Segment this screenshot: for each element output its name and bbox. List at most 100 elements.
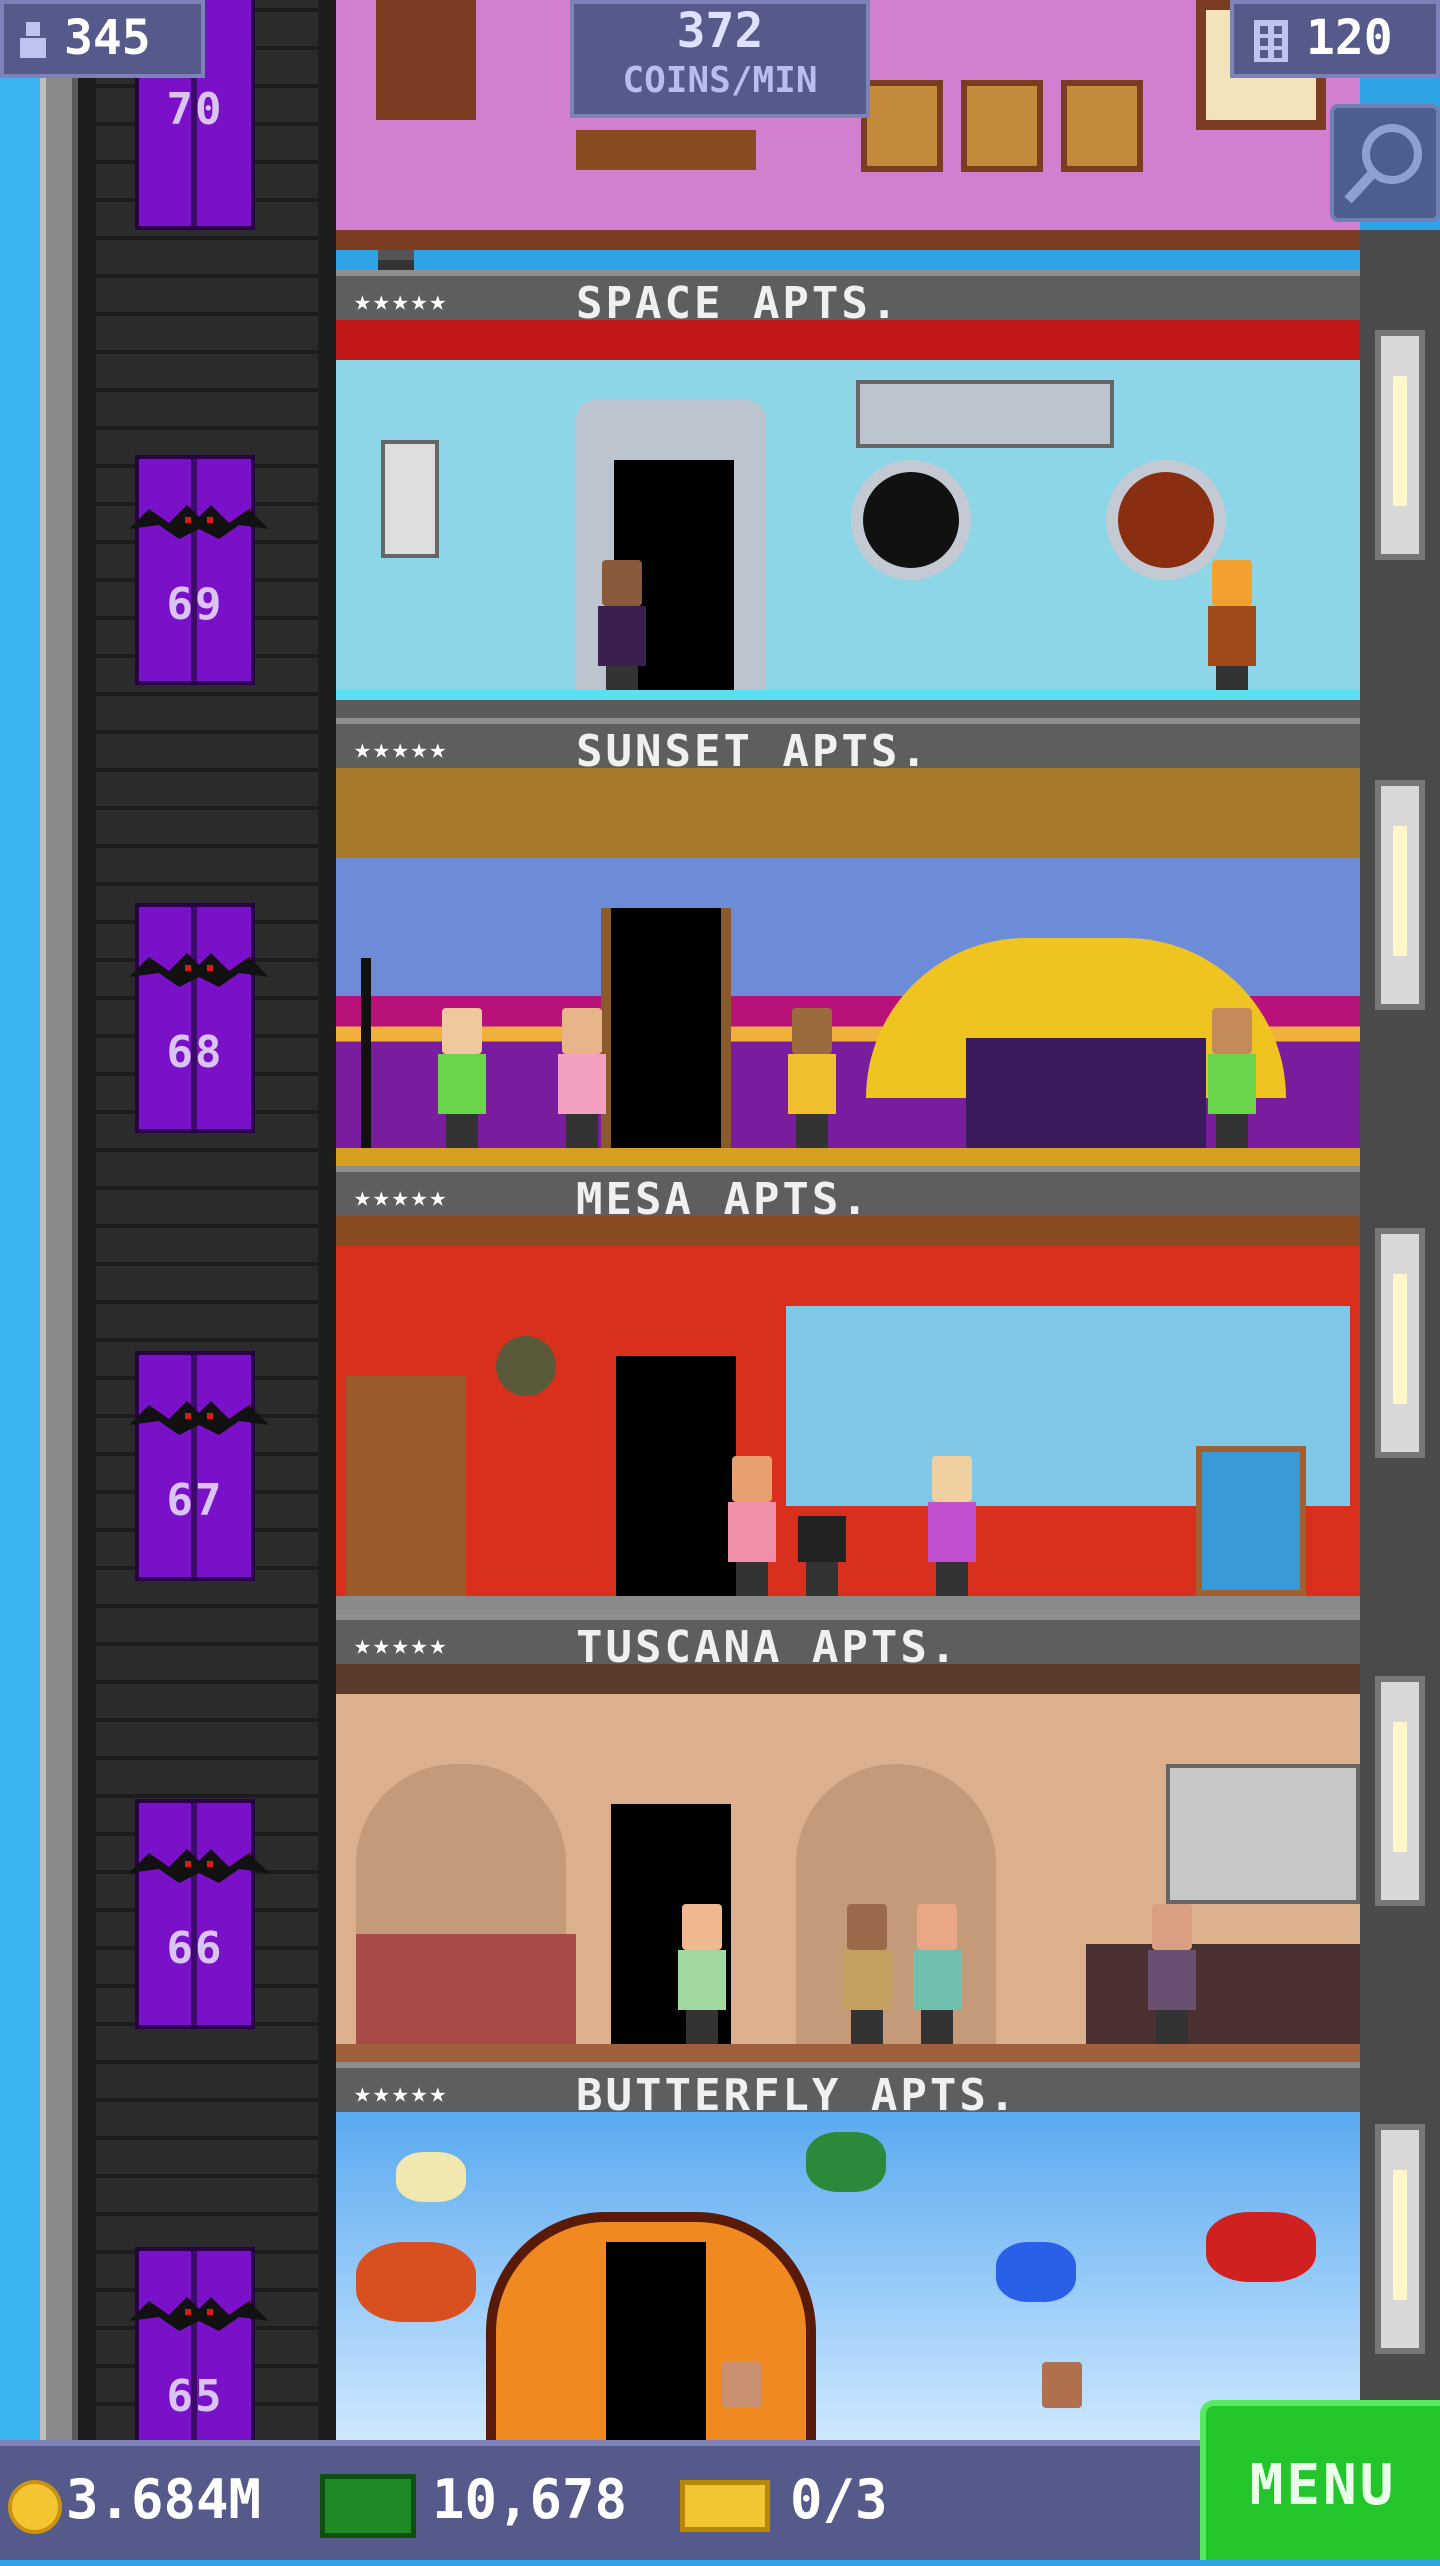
coins-per-minute-display: 372 COINS/MIN (570, 0, 870, 118)
room-mesa (336, 1216, 1360, 1596)
floor-count-value: 120 (1306, 10, 1393, 66)
elevator-car-66[interactable]: 66 (129, 1799, 269, 2029)
floor-label-bar: ★★★★★ SUNSET APTS. (336, 718, 1360, 777)
floor-base (336, 1148, 1360, 1166)
population-counter[interactable]: 345 (0, 0, 205, 78)
elevator-floor-number: 68 (166, 1027, 224, 1078)
room-door[interactable] (611, 908, 721, 1148)
bat-icon (129, 505, 269, 539)
armchair (1196, 1446, 1306, 1596)
porthole-window (851, 460, 971, 580)
butterfly-icon (1206, 2212, 1316, 2282)
tenant[interactable] (926, 1456, 978, 1596)
bat-icon (129, 1401, 269, 1435)
window (1375, 1228, 1425, 1458)
tickets-value: 0/3 (790, 2468, 888, 2531)
butterfly-icon (806, 2132, 886, 2192)
floor-line (336, 230, 1360, 250)
tenant[interactable] (716, 2362, 768, 2442)
floor-stars: ★★★★★ (354, 732, 449, 765)
tenant[interactable] (1146, 1904, 1198, 2044)
floor-stars: ★★★★★ (354, 1180, 449, 1213)
wall-panel (381, 440, 439, 558)
bookshelf (346, 1376, 466, 1596)
bat-icon (129, 1849, 269, 1883)
floor-strip (336, 690, 1360, 700)
elevator-floor-number: 66 (166, 1923, 224, 1974)
shaft-bricks (96, 0, 318, 2440)
ceiling-beam (336, 1664, 1360, 1694)
picture-frame (961, 80, 1043, 172)
bux-value: 10,678 (432, 2468, 628, 2531)
tenant[interactable] (436, 1008, 488, 1148)
tenant[interactable] (841, 1904, 893, 2044)
floor-tuscana-apts[interactable]: ★★★★★ TUSCANA APTS. (336, 1614, 1360, 2062)
coins-rate-unit: COINS/MIN (622, 60, 818, 101)
floor-sunset-apts[interactable]: ★★★★★ SUNSET APTS. (336, 718, 1360, 1166)
room-butterfly (336, 2112, 1360, 2442)
room-door[interactable] (616, 1356, 736, 1596)
floor-label-bar: ★★★★★ BUTTERFLY APTS. (336, 2062, 1360, 2121)
bux-icon[interactable] (320, 2474, 416, 2538)
room-space (336, 320, 1360, 700)
tenant[interactable] (596, 560, 648, 700)
floor-stars: ★★★★★ (354, 284, 449, 317)
search-button[interactable] (1330, 104, 1440, 222)
elevator-car-69[interactable]: 69 (129, 455, 269, 685)
arch-alcove (796, 1764, 996, 2044)
elevator-car-67[interactable]: 67 (129, 1351, 269, 1581)
floor-label-bar: ★★★★★ TUSCANA APTS. (336, 1614, 1360, 1673)
coins-value: 3.684M (66, 2468, 262, 2531)
sofa (356, 1934, 576, 2044)
window (1375, 1676, 1425, 1906)
sky-strip (0, 0, 40, 2560)
bat-icon (129, 953, 269, 987)
room-sunset (336, 768, 1360, 1148)
tenant[interactable] (1206, 1008, 1258, 1148)
tenant[interactable] (911, 1904, 963, 2044)
window (1375, 330, 1425, 560)
floor-butterfly-apts[interactable]: ★★★★★ BUTTERFLY APTS. (336, 2062, 1360, 2442)
tenant[interactable] (676, 1904, 728, 2044)
floor-space-apts[interactable]: ★★★★★ SPACE APTS. (336, 270, 1360, 718)
window (1375, 780, 1425, 1010)
elevator-car-68[interactable]: 68 (129, 903, 269, 1133)
hanging-plant (496, 1336, 556, 1396)
tenant-construction-worker[interactable] (1206, 560, 1258, 700)
floor-counter[interactable]: 120 (1230, 0, 1440, 78)
ceiling-beam (336, 1216, 1360, 1246)
coin-icon (8, 2480, 62, 2534)
lamp-post (361, 958, 371, 1148)
elevator-floor-number: 70 (166, 84, 224, 135)
elevator-shaft (78, 0, 414, 2440)
tenant[interactable] (726, 1456, 778, 1596)
building-pole (40, 0, 78, 2560)
floor-base (336, 1596, 1360, 1614)
tenant[interactable] (1036, 2362, 1088, 2442)
coins-rate-value: 372 (676, 3, 764, 59)
bench (576, 130, 756, 170)
butterfly-icon (356, 2242, 476, 2322)
room-door[interactable] (606, 2242, 706, 2442)
butterfly-icon (996, 2242, 1076, 2302)
bookshelf (376, 0, 476, 120)
floor-stars: ★★★★★ (354, 2076, 449, 2109)
menu-button[interactable]: MENU (1200, 2400, 1440, 2560)
room-tuscana (336, 1664, 1360, 2044)
ceiling-beams (336, 768, 1360, 858)
elevator-car-65[interactable]: 65 (129, 2247, 269, 2447)
floor-stars: ★★★★★ (354, 1628, 449, 1661)
picture-frame (1061, 80, 1143, 172)
sofa (966, 1038, 1206, 1148)
tenant[interactable] (786, 1008, 838, 1148)
tenant[interactable] (556, 1008, 608, 1148)
floor-base (336, 2044, 1360, 2062)
floor-mesa-apts[interactable]: ★★★★★ MESA APTS. (336, 1166, 1360, 1614)
control-panel (856, 380, 1114, 448)
magnifier-icon (1344, 124, 1422, 204)
person-icon (20, 22, 46, 58)
building-icon (1254, 20, 1288, 62)
elevator-floor-number: 69 (166, 579, 224, 630)
ticket-icon[interactable] (680, 2480, 770, 2532)
population-value: 345 (64, 10, 151, 66)
